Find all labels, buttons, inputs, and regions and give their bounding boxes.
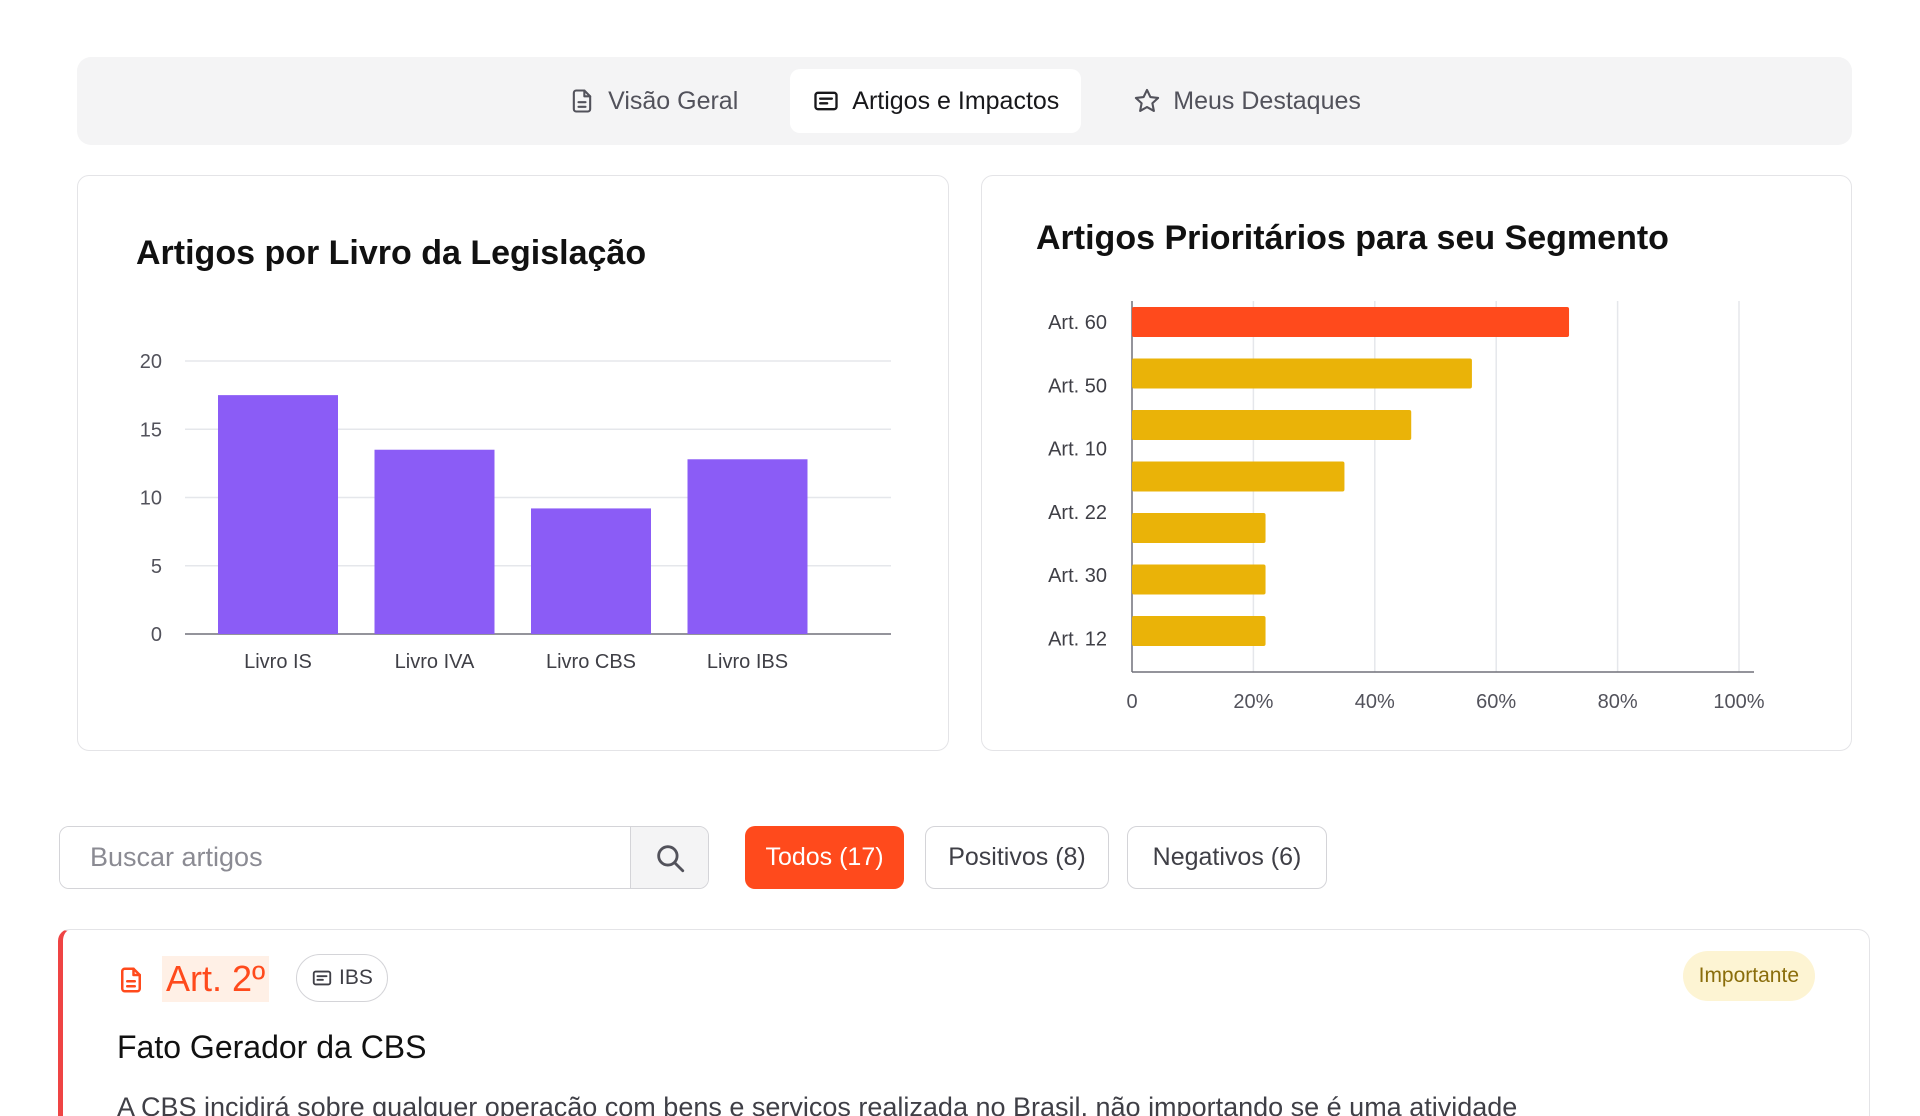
bar — [531, 508, 651, 634]
article-card[interactable]: Art. 2º IBS Importante Fato Gerador da C… — [58, 929, 1870, 1116]
y-tick-label: Art. 10 — [1048, 439, 1107, 461]
article-title: Fato Gerador da CBS — [117, 1029, 427, 1065]
bar — [1132, 358, 1472, 389]
bar-chart-livros: 0 5 10 15 20 Livro IS Livro IVA Livro CBS Livro … — [140, 351, 891, 673]
card-text-icon — [814, 91, 838, 111]
tab-bar: Visão Geral Artigos e Impactos Meus Dest… — [77, 57, 1852, 145]
y-tick-label: 15 — [140, 419, 162, 441]
article-number: Art. 2º — [162, 956, 270, 1002]
y-tick-label: Art. 50 — [1048, 375, 1107, 397]
y-tick-label: Art. 12 — [1048, 629, 1107, 651]
search-box — [59, 826, 709, 889]
y-tick-label: 5 — [151, 556, 162, 578]
article-description: A CBS incidirá sobre qualquer operação c… — [117, 1092, 1518, 1116]
filter-all-button[interactable]: Todos (17) — [745, 826, 904, 889]
x-tick-label: 100% — [1713, 691, 1764, 713]
bar — [218, 395, 338, 634]
search-icon — [656, 844, 684, 872]
bar — [374, 449, 495, 634]
filter-positive-button[interactable]: Positivos (8) — [925, 826, 1109, 889]
x-tick-label: 80% — [1598, 691, 1638, 713]
importance-badge: Importante — [1682, 951, 1815, 1001]
tab-visao-geral[interactable]: Visão Geral — [546, 69, 760, 133]
x-tick-label: 60% — [1476, 691, 1516, 713]
tab-meus-destaques[interactable]: Meus Destaques — [1111, 69, 1383, 133]
bar — [1132, 307, 1570, 337]
tag-label: IBS — [339, 966, 373, 989]
document-icon — [121, 967, 141, 993]
bar — [1132, 410, 1412, 440]
tab-artigos-e-impactos[interactable]: Artigos e Impactos — [790, 69, 1082, 133]
x-tick-label: 20% — [1233, 691, 1273, 713]
search-button[interactable] — [630, 827, 708, 888]
article-tag: IBS — [296, 954, 388, 1002]
x-tick-label: Livro CBS — [546, 651, 636, 673]
hbar-chart-prioritarios: 0 20% 40% 60% 80% 100% Art. 60 Art. 50 Art. 10 Ar… — [1048, 301, 1765, 713]
bar — [1132, 616, 1266, 646]
x-tick-label: Livro IBS — [707, 651, 788, 673]
bar — [1132, 564, 1266, 595]
y-tick-label: 20 — [140, 351, 162, 373]
y-tick-label: Art. 30 — [1048, 565, 1107, 587]
y-tick-label: 10 — [140, 488, 162, 510]
tab-label: Meus Destaques — [1173, 86, 1361, 115]
x-tick-label: Livro IVA — [395, 651, 475, 673]
x-tick-label: 0 — [1126, 691, 1137, 713]
chart-card-prioritarios: Artigos Prioritários para seu Segmento 0… — [981, 175, 1852, 751]
bar — [1132, 513, 1266, 543]
x-tick-label: 40% — [1355, 691, 1395, 713]
card-text-icon — [312, 970, 332, 986]
star-icon — [1135, 88, 1160, 112]
y-tick-label: Art. 22 — [1048, 502, 1107, 524]
y-tick-label: 0 — [151, 624, 162, 646]
bar — [687, 459, 808, 634]
x-tick-label: Livro IS — [244, 651, 312, 673]
search-input[interactable] — [60, 827, 630, 888]
bar — [1132, 461, 1345, 492]
filter-negative-button[interactable]: Negativos (6) — [1127, 826, 1327, 889]
chart-card-livros: Artigos por Livro da Legislação 0 5 10 15 20… — [77, 175, 949, 751]
y-tick-label: Art. 60 — [1048, 312, 1107, 334]
document-icon — [572, 89, 592, 113]
tab-label: Artigos e Impactos — [852, 86, 1060, 115]
tab-label: Visão Geral — [608, 86, 739, 115]
